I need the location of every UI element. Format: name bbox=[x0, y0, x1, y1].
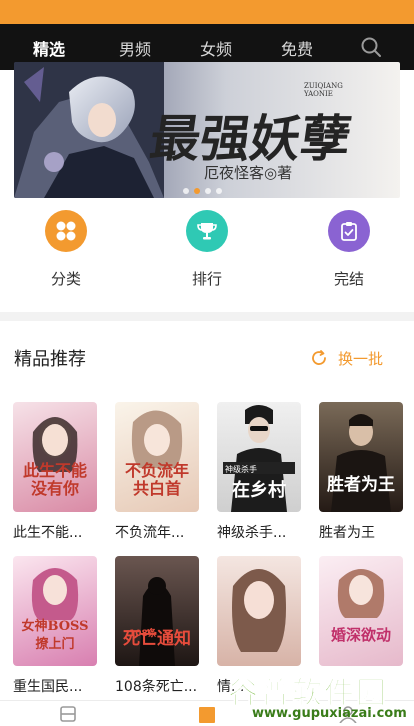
quick-entry-category[interactable]: 分类 bbox=[26, 210, 106, 296]
hero-banner[interactable]: ZUIQIANG YAONIE 最强妖孽 厄夜怪客◎著 bbox=[14, 62, 400, 198]
book-cover-text: 胜者为王 bbox=[327, 475, 395, 495]
book-cover: 婚深欲动 bbox=[319, 556, 403, 666]
book-title: 108条死亡... bbox=[115, 679, 198, 695]
bookshelf-icon[interactable] bbox=[58, 705, 78, 723]
section-divider bbox=[0, 312, 414, 321]
book-title: 胜者为王 bbox=[319, 525, 375, 541]
grid-icon bbox=[45, 210, 87, 252]
book-card[interactable]: 此生不能没有你 此生不能... bbox=[13, 402, 97, 542]
book-cover: 此生不能没有你 bbox=[13, 402, 97, 512]
clipboard-check-icon bbox=[328, 210, 370, 252]
pagination-dot-active[interactable] bbox=[194, 188, 200, 194]
book-cover: 神级杀手 在乡村 bbox=[217, 402, 301, 512]
book-card[interactable]: 不负流年共白首 不负流年... bbox=[115, 402, 199, 542]
quick-entry-label: 分类 bbox=[50, 270, 81, 288]
book-title: 不负流年... bbox=[115, 525, 185, 541]
tab-male[interactable]: 男频 bbox=[119, 36, 151, 60]
pagination-dot[interactable] bbox=[216, 188, 222, 194]
book-card[interactable]: 108条 死亡通知 108条死亡... bbox=[115, 556, 199, 696]
site-watermark: 谷普软件园 www.gupuxiazai.com bbox=[222, 668, 412, 724]
tab-free[interactable]: 免费 bbox=[281, 36, 313, 60]
book-cover: 108条 死亡通知 bbox=[115, 556, 199, 666]
book-cover-text: 在乡村 bbox=[232, 480, 286, 501]
tab-female[interactable]: 女频 bbox=[200, 36, 232, 60]
banner-pinyin: ZUIQIANG YAONIE bbox=[304, 82, 343, 98]
book-cover-text: 死亡通知 bbox=[123, 629, 191, 649]
book-cover-text: 不负流年共白首 bbox=[124, 461, 189, 498]
trophy-icon bbox=[186, 210, 228, 252]
book-card[interactable]: 胜者为王 胜者为王 bbox=[319, 402, 403, 542]
book-title: 此生不能... bbox=[13, 525, 83, 541]
refresh-label: 换一批 bbox=[338, 349, 384, 368]
book-cover-text: 婚深欲动 bbox=[330, 626, 391, 644]
banner-pagination bbox=[183, 188, 243, 196]
book-cover-text: 此生不能没有你 bbox=[22, 461, 87, 498]
book-cover: 不负流年共白首 bbox=[115, 402, 199, 512]
quick-entry-ranking[interactable]: 排行 bbox=[167, 210, 247, 296]
refresh-button[interactable]: 换一批 bbox=[310, 346, 383, 370]
status-bar bbox=[0, 0, 414, 24]
banner-character-art bbox=[14, 62, 164, 198]
book-cover: 胜者为王 bbox=[319, 402, 403, 512]
store-icon[interactable] bbox=[197, 705, 217, 723]
quick-entry-label: 排行 bbox=[191, 270, 222, 288]
book-cover-text: 女神BOSS撩上门 bbox=[21, 619, 89, 652]
tab-featured[interactable]: 精选 bbox=[33, 36, 65, 68]
book-card[interactable]: 女神BOSS撩上门 重生国民... bbox=[13, 556, 97, 696]
book-cover bbox=[217, 556, 301, 666]
banner-author: 厄夜怪客◎著 bbox=[204, 164, 293, 182]
section-title: 精品推荐 bbox=[14, 349, 86, 370]
book-card[interactable]: 婚深欲动 bbox=[319, 556, 403, 676]
refresh-icon bbox=[312, 350, 326, 365]
book-cover-badge: 神级杀手 bbox=[225, 465, 257, 474]
pagination-dot[interactable] bbox=[183, 188, 189, 194]
banner-pinyin-line2: YAONIE bbox=[304, 90, 333, 98]
quick-entry-finished[interactable]: 完结 bbox=[309, 210, 389, 296]
pagination-dot[interactable] bbox=[205, 188, 211, 194]
banner-pinyin-line1: ZUIQIANG bbox=[304, 82, 343, 90]
book-cover: 女神BOSS撩上门 bbox=[13, 556, 97, 666]
book-title: 神级杀手... bbox=[217, 525, 287, 541]
book-card[interactable]: 神级杀手 在乡村 神级杀手... bbox=[217, 402, 301, 542]
watermark-url: www.gupuxiazai.com bbox=[252, 706, 407, 721]
book-title: 重生国民... bbox=[13, 679, 83, 695]
quick-entry-label: 完结 bbox=[333, 270, 364, 288]
banner-title: 最强妖孽 bbox=[146, 109, 355, 168]
search-icon[interactable] bbox=[360, 36, 382, 58]
